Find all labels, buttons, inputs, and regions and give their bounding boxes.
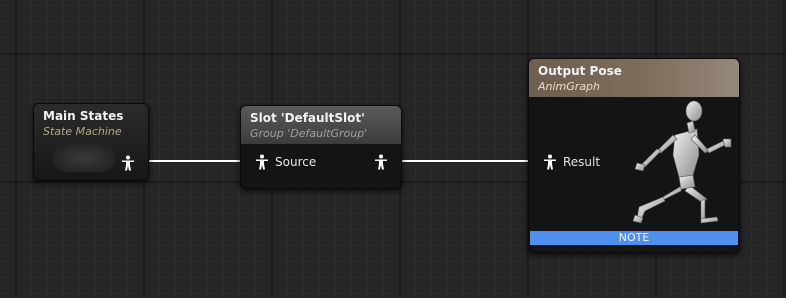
slot-title: Slot 'DefaultSlot' (250, 111, 365, 125)
state-machine-thumbnail (54, 144, 114, 172)
pose-pin-icon (256, 154, 268, 170)
output-pose-result-pin[interactable]: Result (543, 154, 600, 170)
mannequin-preview-icon (632, 100, 732, 224)
slot-source-pin[interactable]: Source (255, 154, 316, 170)
pose-pin-icon (375, 154, 387, 170)
output-pose-result-label: Result (563, 155, 601, 169)
main-states-title: Main States (43, 109, 124, 123)
slot-subtitle: Group 'DefaultGroup' (250, 127, 368, 140)
pose-pin-icon (122, 155, 134, 171)
slot-node[interactable]: Slot 'DefaultSlot' Group 'DefaultGroup' … (240, 105, 402, 189)
main-states-node[interactable]: Main States State Machine (33, 103, 149, 181)
slot-header: Slot 'DefaultSlot' Group 'DefaultGroup' (241, 106, 401, 144)
pose-pin-icon (544, 154, 556, 170)
main-states-header: Main States State Machine (34, 104, 148, 140)
main-states-output-pin[interactable] (121, 155, 135, 171)
output-pose-header: Output Pose AnimGraph (529, 59, 739, 97)
note-bar: NOTE (530, 231, 738, 245)
output-pose-node[interactable]: Output Pose AnimGraph Result NOTE (528, 58, 740, 253)
slot-source-label: Source (275, 155, 317, 169)
slot-output-pin[interactable] (374, 154, 388, 170)
output-pose-title: Output Pose (538, 64, 622, 78)
main-states-subtitle: State Machine (43, 125, 122, 138)
output-pose-subtitle: AnimGraph (538, 80, 601, 93)
